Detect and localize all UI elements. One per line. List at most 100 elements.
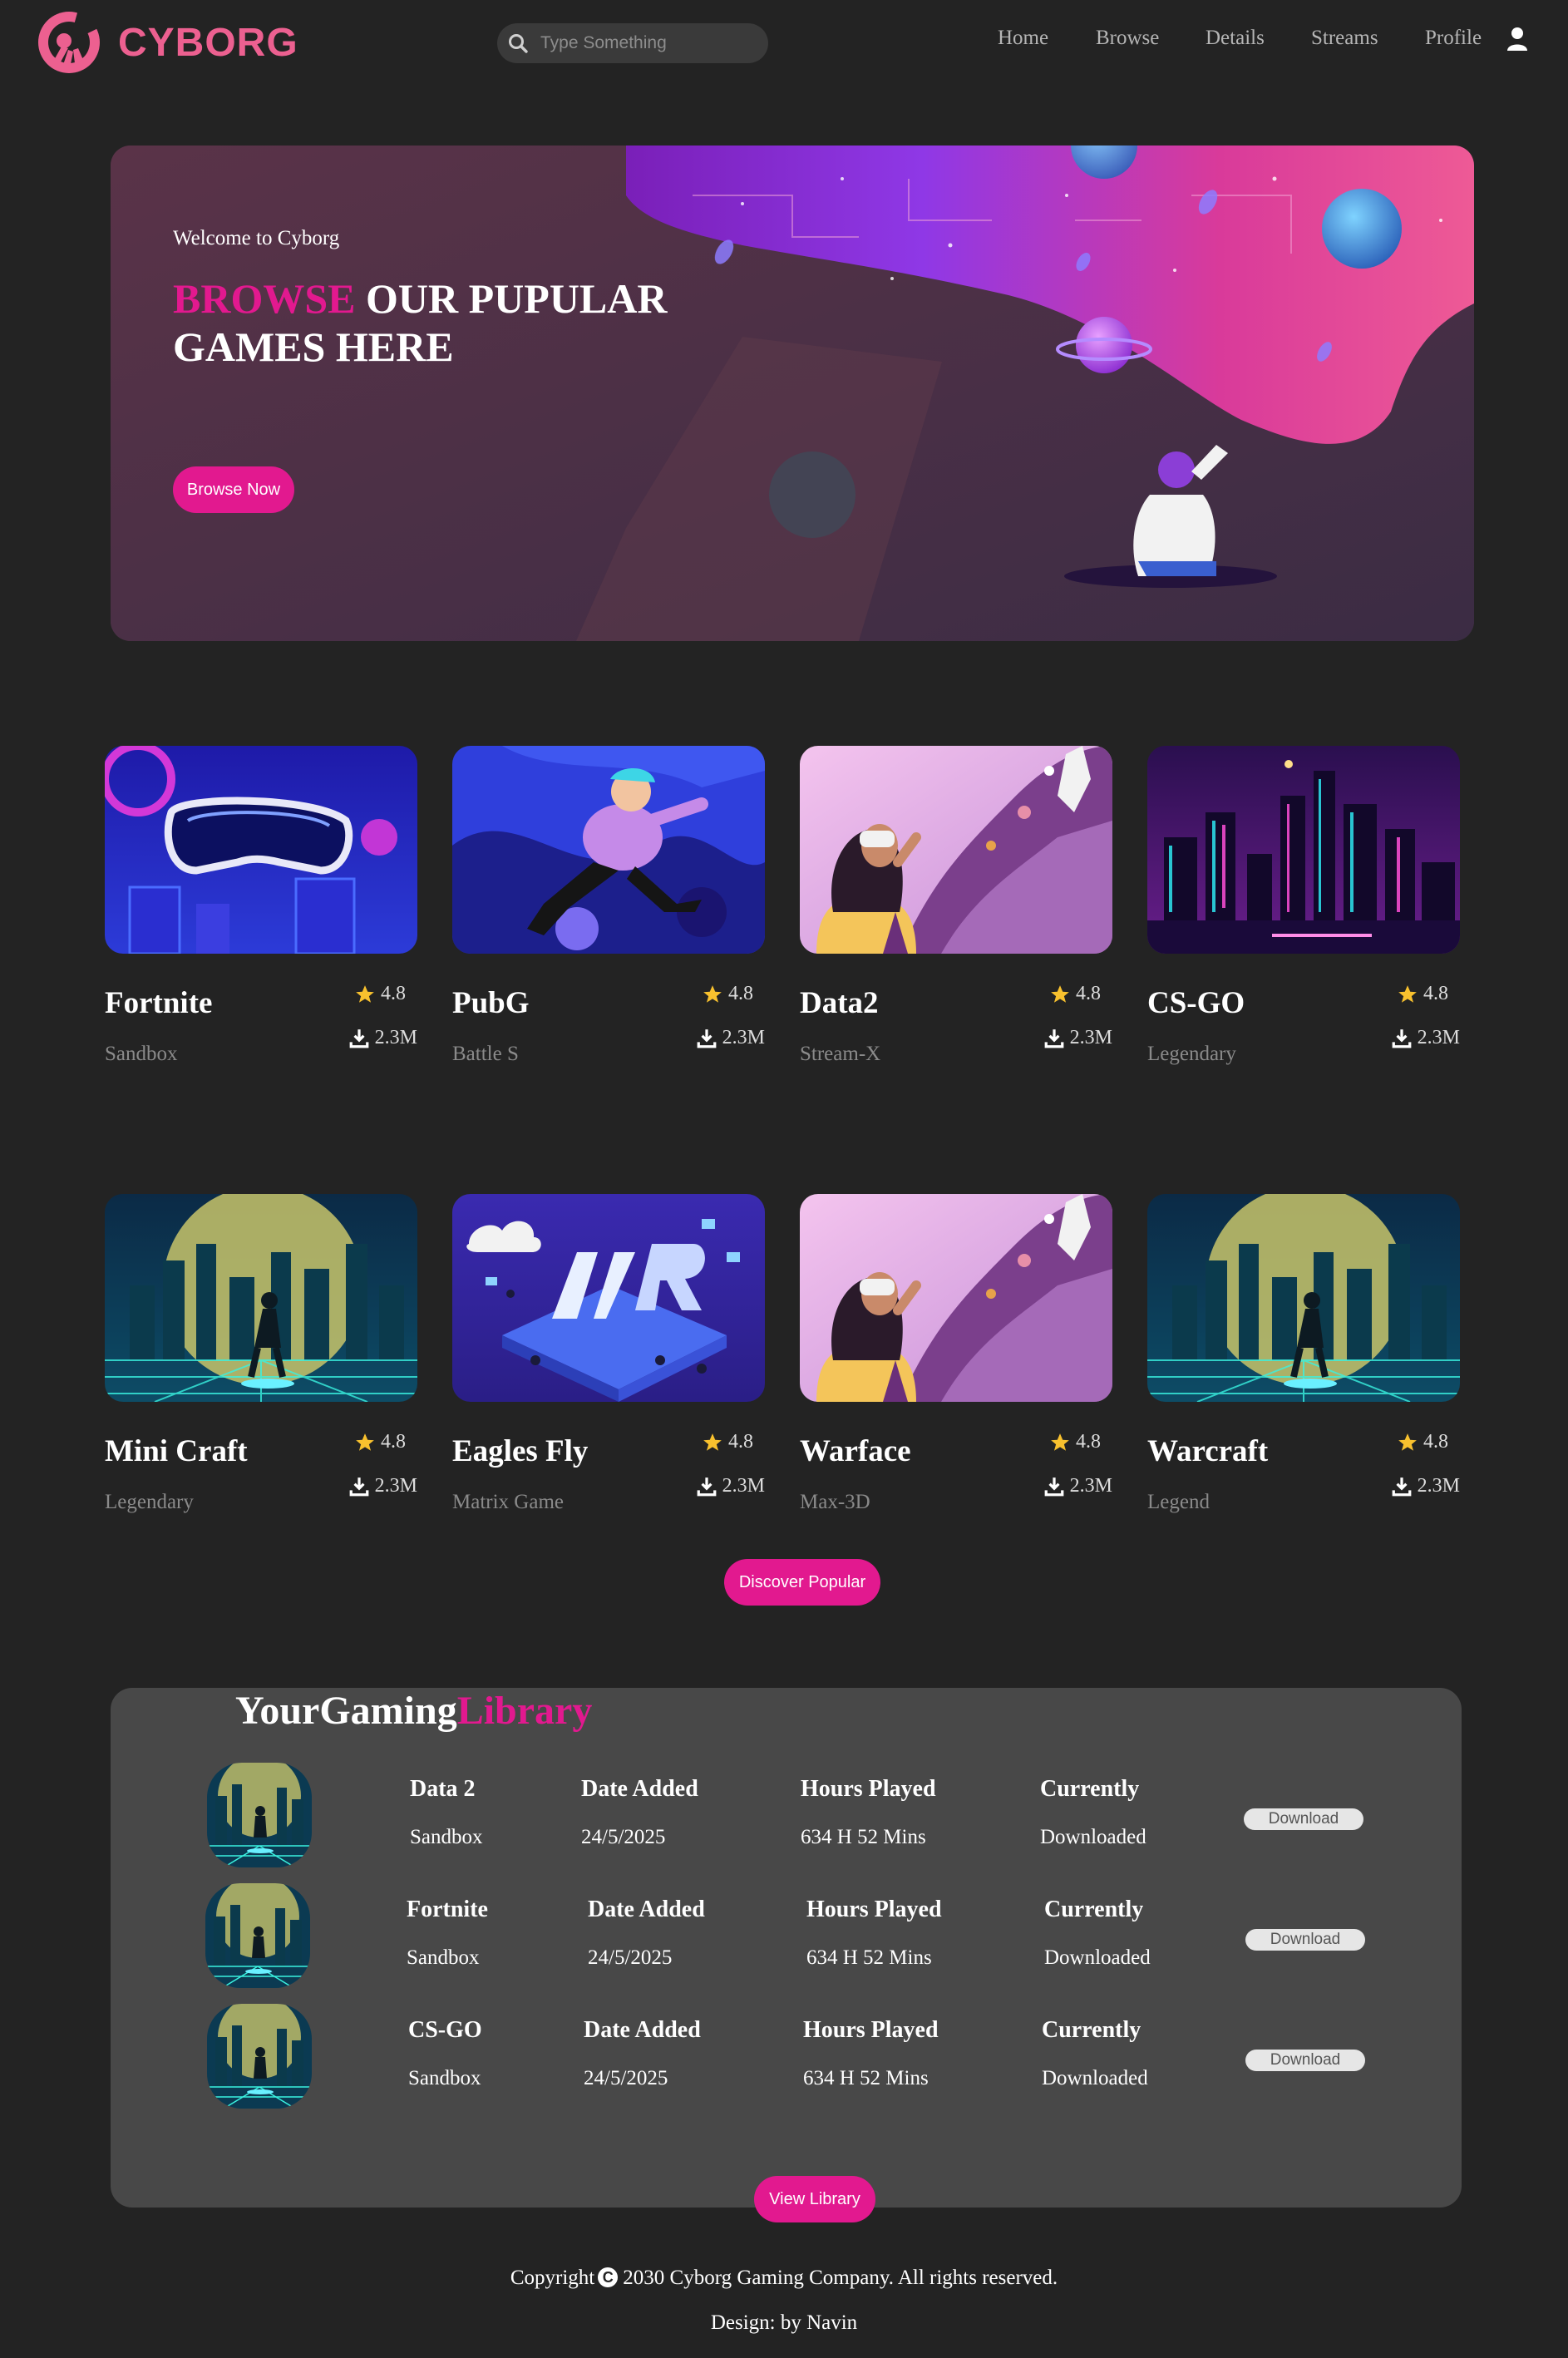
- downloads-value: 2.3M: [374, 1475, 417, 1497]
- game-name: PubG: [452, 986, 530, 1020]
- date-added-value: 24/5/2025: [588, 1946, 673, 1969]
- download-icon: [349, 1477, 369, 1496]
- game-card-warcraft[interactable]: Warcraft Legend 4.8 2.3M: [1147, 1194, 1460, 1513]
- star-icon: [1051, 984, 1069, 1003]
- game-category: Max-3D: [800, 1491, 870, 1513]
- game-downloads: 2.3M: [348, 1475, 417, 1497]
- library-game-name: CS-GO: [408, 2017, 482, 2043]
- download-icon: [1392, 1477, 1412, 1496]
- vr-girl-image: [800, 746, 1112, 954]
- status-label: Currently: [1044, 1897, 1144, 1922]
- search-input[interactable]: [539, 32, 750, 54]
- view-library-button[interactable]: View Library: [754, 2176, 875, 2222]
- game-thumbnail[interactable]: [1147, 746, 1460, 954]
- game-card-warface[interactable]: Warface Max-3D 4.8 2.3M: [800, 1194, 1112, 1513]
- game-category: Sandbox: [105, 1043, 178, 1065]
- game-rating: 4.8: [354, 983, 406, 1005]
- hours-played-value: 634 H 52 Mins: [803, 2067, 929, 2089]
- hero-banner: Welcome to Cyborg BROWSE OUR PUPULAR GAM…: [111, 146, 1474, 641]
- game-downloads: 2.3M: [696, 1475, 765, 1497]
- game-thumbnail[interactable]: [1147, 1194, 1460, 1402]
- game-category: Battle S: [452, 1043, 519, 1065]
- nav-details[interactable]: Details: [1206, 27, 1265, 50]
- design-credit: Design: by Navin: [710, 2311, 858, 2334]
- game-thumbnail[interactable]: [105, 1194, 417, 1402]
- hours-played-label: Hours Played: [801, 1776, 936, 1802]
- cyber-skater-image: [207, 2004, 312, 2109]
- hours-played-value: 634 H 52 Mins: [806, 1946, 932, 1969]
- library-game-category: Sandbox: [410, 1826, 483, 1848]
- copyright-prefix: Copyright: [510, 2267, 595, 2289]
- download-icon: [697, 1477, 717, 1496]
- neon-city-image: [1147, 746, 1460, 954]
- date-added-label: Date Added: [588, 1897, 705, 1922]
- hero-heading: BROWSE OUR PUPULAR GAMES HERE: [173, 274, 755, 371]
- browse-now-button[interactable]: Browse Now: [173, 466, 294, 513]
- game-thumbnail[interactable]: [452, 1194, 765, 1402]
- star-icon: [1398, 984, 1417, 1003]
- hours-played-value: 634 H 52 Mins: [801, 1826, 926, 1848]
- library-game-thumbnail[interactable]: [207, 2004, 312, 2109]
- game-card-fortnite[interactable]: Fortnite Sandbox 4.8 2.3M: [105, 746, 417, 1065]
- download-button[interactable]: Download: [1245, 2050, 1365, 2071]
- game-rating: 4.8: [1049, 1431, 1101, 1453]
- cyber-skater-image: [1147, 1194, 1460, 1402]
- library-row: Data 2 Sandbox Date Added 24/5/2025 Hour…: [111, 1763, 1462, 1871]
- search-icon: [509, 34, 528, 53]
- game-category: Legendary: [105, 1491, 194, 1513]
- download-button[interactable]: Download: [1244, 1808, 1363, 1830]
- user-icon[interactable]: [1506, 27, 1528, 52]
- nav-home[interactable]: Home: [998, 27, 1048, 50]
- game-name: Data2: [800, 986, 879, 1020]
- game-name: Fortnite: [105, 986, 213, 1020]
- game-downloads: 2.3M: [348, 1027, 417, 1049]
- hours-played-label: Hours Played: [803, 2017, 939, 2043]
- discover-popular-button[interactable]: Discover Popular: [724, 1559, 880, 1606]
- game-thumbnail[interactable]: [800, 1194, 1112, 1402]
- game-rating: 4.8: [1397, 1431, 1448, 1453]
- library-game-name: Fortnite: [407, 1897, 488, 1922]
- cyber-skater-image: [105, 1194, 417, 1402]
- game-thumbnail[interactable]: [800, 746, 1112, 954]
- game-thumbnail[interactable]: [105, 746, 417, 954]
- downloads-value: 2.3M: [1069, 1475, 1112, 1497]
- game-thumbnail[interactable]: [452, 746, 765, 954]
- game-name: Eagles Fly: [452, 1434, 589, 1468]
- game-rating: 4.8: [354, 1431, 406, 1453]
- game-card-data2[interactable]: Data2 Stream-X 4.8 2.3M: [800, 746, 1112, 1065]
- game-rating: 4.8: [1049, 983, 1101, 1005]
- game-card-mini-craft[interactable]: Mini Craft Legendary 4.8 2.3M: [105, 1194, 417, 1513]
- rating-value: 4.8: [381, 983, 406, 1004]
- hero-heading-line2: GAMES HERE: [173, 323, 454, 370]
- date-added-label: Date Added: [584, 2017, 701, 2043]
- vr-goggles-image: [105, 746, 417, 954]
- nav-profile[interactable]: Profile: [1425, 27, 1482, 50]
- library-row: Fortnite Sandbox Date Added 24/5/2025 Ho…: [111, 1883, 1462, 1991]
- search-bar[interactable]: [497, 23, 768, 63]
- rating-value: 4.8: [1076, 1431, 1101, 1453]
- library-game-thumbnail[interactable]: [207, 1763, 312, 1867]
- logo[interactable]: CYBORG: [37, 10, 298, 75]
- rating-value: 4.8: [728, 983, 753, 1004]
- star-icon: [703, 1433, 722, 1451]
- download-icon: [1392, 1029, 1412, 1048]
- library-game-thumbnail[interactable]: [205, 1883, 310, 1988]
- rating-value: 4.8: [381, 1431, 406, 1453]
- copyright-body: 2030 Cyborg Gaming Company. All rights r…: [623, 2267, 1058, 2289]
- cyber-skater-image: [205, 1883, 310, 1988]
- nav-streams[interactable]: Streams: [1311, 27, 1378, 50]
- nav-browse[interactable]: Browse: [1096, 27, 1159, 50]
- game-downloads: 2.3M: [1043, 1027, 1112, 1049]
- star-icon: [1051, 1433, 1069, 1451]
- game-card-eagles-fly[interactable]: Eagles Fly Matrix Game 4.8 2.3M: [452, 1194, 765, 1513]
- rating-value: 4.8: [728, 1431, 753, 1453]
- game-rating: 4.8: [702, 983, 753, 1005]
- game-downloads: 2.3M: [1391, 1475, 1460, 1497]
- status-label: Currently: [1040, 1776, 1140, 1802]
- game-card-csgo[interactable]: CS-GO Legendary 4.8 2.3M: [1147, 746, 1460, 1065]
- game-card-pubg[interactable]: PubG Battle S 4.8 2.3M: [452, 746, 765, 1065]
- library-game-name: Data 2: [410, 1776, 476, 1802]
- status-value: Downloaded: [1044, 1946, 1151, 1969]
- downloads-value: 2.3M: [1417, 1475, 1460, 1497]
- download-button[interactable]: Download: [1245, 1929, 1365, 1951]
